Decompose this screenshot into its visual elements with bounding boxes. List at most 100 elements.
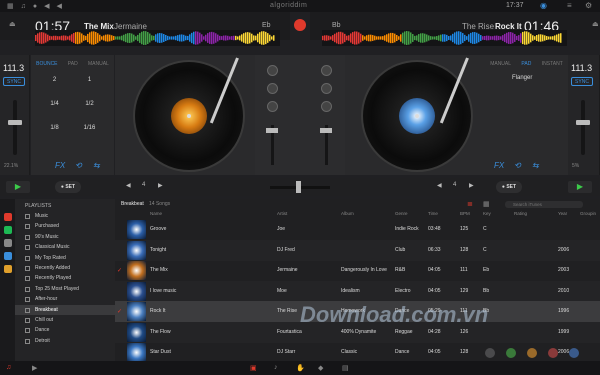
deck-a-beat-count[interactable]: 4 xyxy=(142,182,145,188)
deck-b-eject-icon[interactable]: ⏏ xyxy=(592,20,599,28)
music-note-icon[interactable]: ♫ xyxy=(6,364,11,371)
playlist-item[interactable]: Detroit xyxy=(15,336,115,346)
effects-icon[interactable]: ◆ xyxy=(318,364,323,372)
playlist-item[interactable]: Breakbeat xyxy=(15,304,115,315)
deck-b-fx-button[interactable]: FX xyxy=(494,161,504,170)
track-row[interactable]: Groove Joe Indie Rock 03:48 125 C xyxy=(115,219,600,240)
deck-b-high-knob[interactable] xyxy=(321,65,332,76)
history-source-icon[interactable] xyxy=(3,265,12,273)
deck-a-cue-set-button[interactable]: ● SET xyxy=(55,181,81,193)
deck-b-play-button[interactable]: ▶ xyxy=(568,181,592,193)
deck-a-high-knob[interactable] xyxy=(267,65,278,76)
playlist-item[interactable]: Music xyxy=(15,211,115,221)
deck-a-play-button[interactable]: ▶ xyxy=(6,181,30,193)
pad-button[interactable]: 1/16 xyxy=(72,125,107,131)
settings-icon[interactable]: ⚙ xyxy=(585,1,592,10)
track-row[interactable]: Tonight DJ Fred Club 06:33 128 C 2006 xyxy=(115,239,600,261)
col-grouping[interactable]: Groupin xyxy=(580,211,596,216)
col-artist[interactable]: Artist xyxy=(277,211,287,216)
volume-icon[interactable]: ◀ xyxy=(44,2,49,10)
equalizer-icon[interactable]: ▤ xyxy=(342,364,349,372)
playlist-item[interactable]: Recently Played xyxy=(15,273,115,283)
grid-view-icon[interactable]: ▦ xyxy=(483,200,490,208)
sync-icon[interactable]: ⇆ xyxy=(93,161,100,170)
tab-manual[interactable]: MANUAL xyxy=(88,61,109,67)
loop-icon[interactable]: ⟲ xyxy=(75,161,82,170)
list-view-icon[interactable]: ≣ xyxy=(467,200,473,208)
sync-status-icon[interactable]: ◉ xyxy=(540,1,547,10)
effect-selector[interactable]: Flanger xyxy=(512,75,532,81)
col-album[interactable]: Album xyxy=(341,211,354,216)
deck-a-beat-next-icon[interactable]: ▶ xyxy=(158,182,163,189)
deck-b-cue-set-button[interactable]: ● SET xyxy=(496,181,522,193)
deck-b-beat-next-icon[interactable]: ▶ xyxy=(469,182,474,189)
search-input[interactable]: Search iTunes xyxy=(505,201,583,208)
deck-a-waveform[interactable] xyxy=(35,30,280,46)
playlist-item[interactable]: Classical Music xyxy=(15,242,115,252)
deck-b-beat-count[interactable]: 4 xyxy=(453,182,456,188)
deck-b-channel-fader[interactable] xyxy=(320,128,332,133)
track-row[interactable]: ✓ The Mix Jermaine Dangerously In Love R&B 04… xyxy=(115,260,600,281)
headphones-icon[interactable]: ♫ xyxy=(21,3,26,10)
col-year[interactable]: Year xyxy=(558,211,567,216)
itunes-source-icon[interactable] xyxy=(3,213,12,221)
playlist-icon xyxy=(25,317,30,323)
sampler-icon[interactable]: ♪ xyxy=(274,364,278,371)
playlist-item[interactable]: Dance xyxy=(15,325,115,335)
mic-icon[interactable]: ● xyxy=(33,3,37,10)
deck-a-sync-button[interactable]: SYNC xyxy=(3,77,25,86)
loop-icon[interactable]: ⟲ xyxy=(514,161,521,170)
col-name[interactable]: Name xyxy=(150,211,162,216)
deck-a-fx-button[interactable]: FX xyxy=(55,161,65,170)
deck-b-mid-knob[interactable] xyxy=(321,83,332,94)
deck-b-platter[interactable] xyxy=(361,60,473,172)
playlist-item[interactable]: My Top Rated xyxy=(15,253,115,263)
pad-button[interactable]: 1/2 xyxy=(72,101,107,107)
deck-b-waveform[interactable] xyxy=(322,30,567,46)
tab-instant[interactable]: INSTANT xyxy=(542,61,563,67)
playlist-item[interactable]: Chill out xyxy=(15,315,115,325)
track-row[interactable]: I love music Moe Idealism Electro 04:05 129 Bb… xyxy=(115,280,600,302)
col-genre[interactable]: Genre xyxy=(395,211,408,216)
playlist-item[interactable]: Recently Added xyxy=(15,263,115,273)
library-icon[interactable]: ▣ xyxy=(250,364,257,372)
pad-button[interactable]: 1/4 xyxy=(37,101,72,107)
tab-manual[interactable]: MANUAL xyxy=(490,61,511,67)
grid-icon[interactable]: ▦ xyxy=(7,2,14,10)
waveform-bar xyxy=(538,34,540,42)
deck-a-low-knob[interactable] xyxy=(267,101,278,112)
sync-icon[interactable]: ⇆ xyxy=(532,161,539,170)
deck-a-channel-fader[interactable] xyxy=(266,128,278,133)
playlist-item[interactable]: Top 25 Most Played xyxy=(15,284,115,294)
playlist-item[interactable]: 90's Music xyxy=(15,232,115,242)
folder-source-icon[interactable] xyxy=(3,239,12,247)
tab-pad[interactable]: PAD xyxy=(68,61,78,67)
deck-a-mid-knob[interactable] xyxy=(267,83,278,94)
deck-b-sync-button[interactable]: SYNC xyxy=(571,77,593,86)
col-time[interactable]: Time xyxy=(428,211,438,216)
pad-button[interactable]: 1 xyxy=(72,77,107,83)
pad-button[interactable]: 1/8 xyxy=(37,125,72,131)
tab-pad[interactable]: PAD xyxy=(521,61,531,67)
deck-b-pitch-fader[interactable] xyxy=(576,120,590,125)
playlist-item[interactable]: Purchased xyxy=(15,221,115,231)
pad-button[interactable]: 2 xyxy=(37,77,72,83)
tab-bounce[interactable]: BOUNCE xyxy=(36,61,57,67)
col-rating[interactable]: Rating xyxy=(514,211,527,216)
playlist-item[interactable]: After-hour xyxy=(15,294,115,304)
deck-a-pitch-fader[interactable] xyxy=(8,120,22,125)
speaker-icon[interactable]: ◀ xyxy=(57,2,62,10)
deck-a-beat-prev-icon[interactable]: ◀ xyxy=(126,182,131,189)
video-icon[interactable]: ▶ xyxy=(32,364,37,372)
record-button[interactable] xyxy=(294,19,306,31)
crossfader-knob[interactable] xyxy=(296,181,301,193)
spotify-source-icon[interactable] xyxy=(3,226,12,234)
video-source-icon[interactable] xyxy=(3,252,12,260)
deck-a-eject-icon[interactable]: ⏏ xyxy=(9,20,16,28)
col-key[interactable]: Key xyxy=(483,211,491,216)
deck-b-low-knob[interactable] xyxy=(321,101,332,112)
col-bpm[interactable]: BPM xyxy=(460,211,470,216)
menu-icon[interactable]: ≡ xyxy=(567,1,572,10)
deck-b-beat-prev-icon[interactable]: ◀ xyxy=(437,182,442,189)
hand-icon[interactable]: ✋ xyxy=(296,364,305,372)
